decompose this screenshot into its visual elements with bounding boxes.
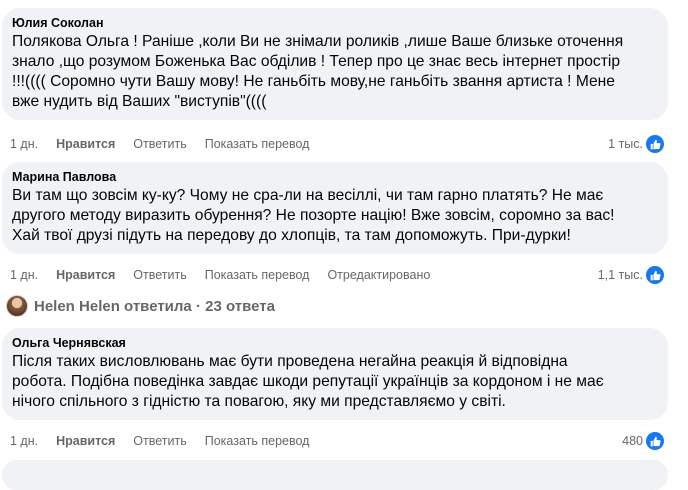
comment-time[interactable]: 1 дн. xyxy=(10,268,38,282)
comment-author[interactable]: Марина Павлова xyxy=(12,169,658,185)
reply-button[interactable]: Ответить xyxy=(133,137,186,151)
translate-button[interactable]: Показать перевод xyxy=(205,137,310,151)
comment-text: Після таких висловлювань має бути провед… xyxy=(12,353,604,410)
translate-button[interactable]: Показать перевод xyxy=(205,434,310,448)
reaction-count[interactable]: 1 тыс. xyxy=(608,135,664,153)
translate-button[interactable]: Показать перевод xyxy=(205,268,310,282)
comment-bubble: Марина Павлова Ви там що зовсім ку-ку? Ч… xyxy=(2,162,668,254)
comment-text: Полякова Ольга ! Раніше ,коли Ви не знім… xyxy=(12,33,624,110)
comment-bubble xyxy=(2,460,668,490)
comment-actions: 1 дн. Нравится Ответить Показать перевод… xyxy=(10,266,448,284)
reaction-count-text: 480 xyxy=(622,434,643,448)
comment-actions: 1 дн. Нравится Ответить Показать перевод xyxy=(10,432,327,450)
comment-author[interactable]: Юлия Соколан xyxy=(12,15,658,31)
reply-button[interactable]: Ответить xyxy=(133,434,186,448)
reaction-count-text: 1 тыс. xyxy=(608,137,643,151)
comment-time[interactable]: 1 дн. xyxy=(10,137,38,151)
like-button[interactable]: Нравится xyxy=(56,137,115,151)
reaction-count[interactable]: 1,1 тыс. xyxy=(598,266,664,284)
comment-bubble: Ольга Чернявская Після таких висловлюван… xyxy=(2,328,668,420)
replies-link-text: Helen Helen ответила · 23 ответа xyxy=(34,297,275,315)
comment-time[interactable]: 1 дн. xyxy=(10,434,38,448)
thumbs-up-icon xyxy=(646,266,664,284)
reply-button[interactable]: Ответить xyxy=(133,268,186,282)
reaction-count-text: 1,1 тыс. xyxy=(597,268,643,282)
like-button[interactable]: Нравится xyxy=(56,268,115,282)
comment-actions: 1 дн. Нравится Ответить Показать перевод xyxy=(10,135,327,153)
like-button[interactable]: Нравится xyxy=(56,434,115,448)
comment-text: Ви там що зовсім ку-ку? Чому не сра-ли н… xyxy=(12,187,615,244)
edited-label[interactable]: Отредактировано xyxy=(327,268,430,282)
comment-author[interactable]: Ольга Чернявская xyxy=(12,335,658,351)
view-replies-link[interactable]: Helen Helen ответила · 23 ответа xyxy=(6,295,275,317)
reaction-count[interactable]: 480 xyxy=(622,432,664,450)
user-avatar xyxy=(6,295,28,317)
thumbs-up-icon xyxy=(646,135,664,153)
thumbs-up-icon xyxy=(646,432,664,450)
comment-bubble: Юлия Соколан Полякова Ольга ! Раніше ,ко… xyxy=(2,8,668,120)
